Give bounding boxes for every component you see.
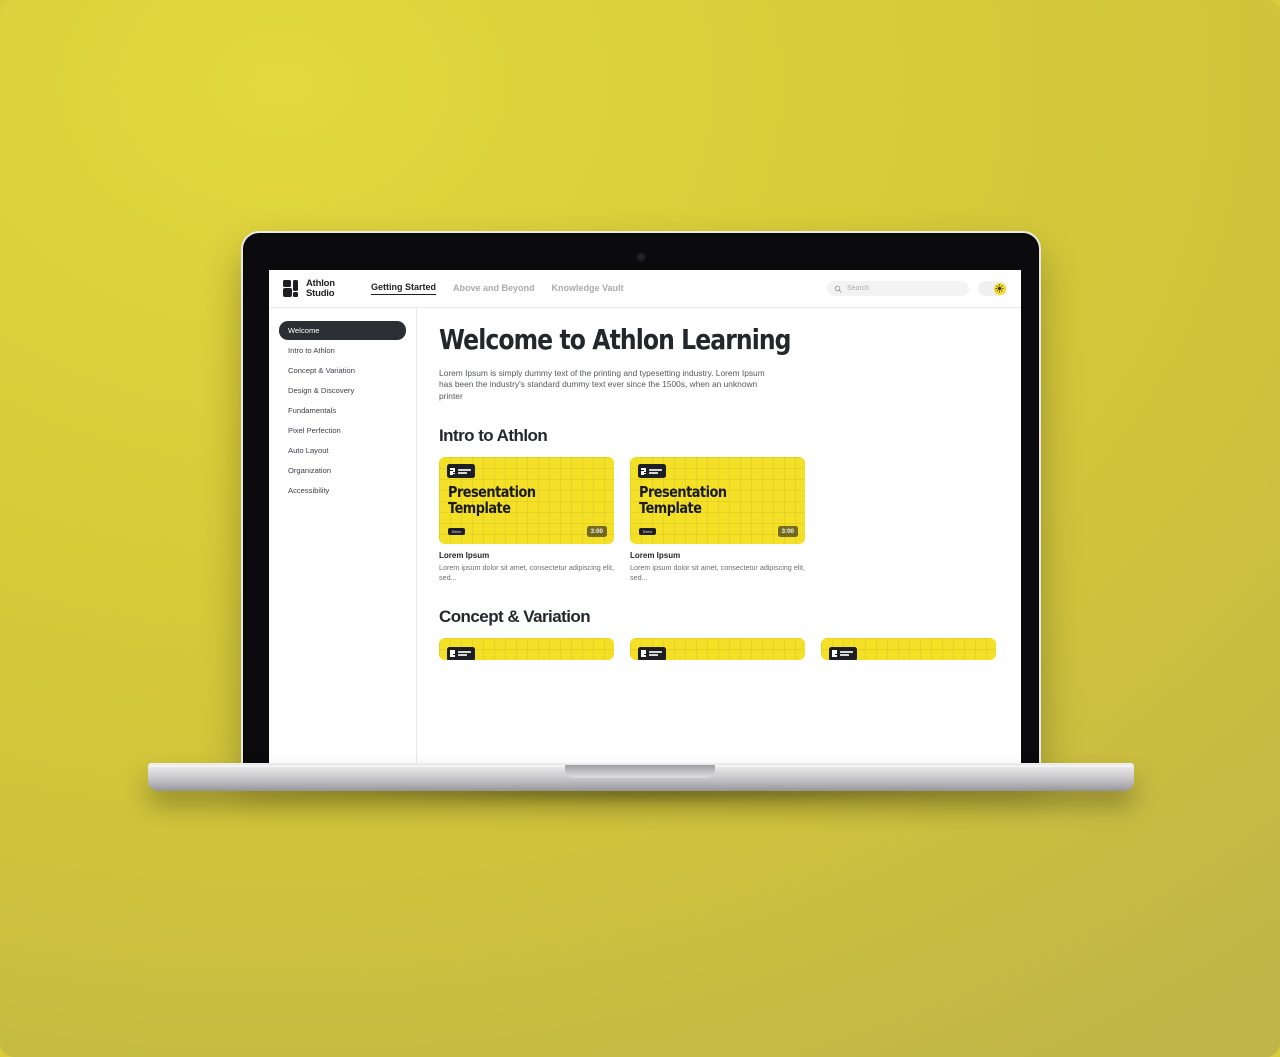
- badge-text-lines: [840, 651, 853, 656]
- sun-icon: [995, 284, 1004, 293]
- card-title: Lorem Ipsum: [439, 551, 490, 561]
- card-item[interactable]: Presentation Template Demo 3:00 Lorem Ip…: [630, 457, 805, 582]
- thumbnail-brand-badge: [638, 464, 666, 479]
- athlon-logo-icon: [832, 650, 838, 657]
- laptop-screen: Athlon Studio Getting Started Above and …: [269, 270, 1021, 767]
- card-thumbnail[interactable]: [439, 637, 614, 660]
- theme-toggle[interactable]: [978, 281, 1007, 296]
- badge-text-lines: [649, 469, 662, 474]
- webcam-icon: [638, 254, 644, 260]
- theme-toggle-knob: [993, 282, 1006, 295]
- athlon-logo-icon: [641, 650, 647, 657]
- laptop-base-notch: [565, 765, 715, 778]
- thumbnail-brand-badge: [447, 464, 475, 479]
- brand-name: Athlon Studio: [306, 278, 335, 299]
- search-input[interactable]: [847, 285, 962, 292]
- duration-badge: 3:00: [586, 526, 607, 538]
- laptop-shadow: [168, 788, 1114, 808]
- card-grid-concept: [439, 637, 1001, 660]
- search-box[interactable]: [827, 281, 969, 296]
- sidebar-item-design-discovery[interactable]: Design & Discovery: [279, 381, 406, 400]
- thumbnail-tag: Demo: [448, 528, 465, 536]
- app-body: Welcome Intro to Athlon Concept & Variat…: [269, 308, 1021, 767]
- thumbnail-title: Presentation Template: [448, 483, 536, 517]
- thumbnail-title: Presentation Template: [639, 483, 727, 517]
- thumbnail-brand-badge: [638, 646, 666, 660]
- sidebar-item-organization[interactable]: Organization: [279, 461, 406, 480]
- laptop-mockup: Athlon Studio Getting Started Above and …: [0, 0, 1280, 1057]
- top-bar-actions: [827, 281, 1007, 296]
- nav-item-knowledge-vault[interactable]: Knowledge Vault: [552, 283, 624, 295]
- card-thumbnail[interactable]: [821, 637, 996, 660]
- badge-text-lines: [458, 651, 471, 656]
- badge-text-lines: [458, 469, 471, 474]
- card-thumbnail[interactable]: Presentation Template Demo 3:00: [439, 457, 614, 545]
- page-title: Welcome to Athlon Learning: [439, 323, 792, 356]
- sidebar-item-accessibility[interactable]: Accessibility: [279, 481, 406, 500]
- sidebar-item-intro-to-athlon[interactable]: Intro to Athlon: [279, 341, 406, 360]
- thumbnail-tag: Demo: [639, 528, 656, 536]
- athlon-logo-icon: [450, 650, 456, 657]
- card-grid-intro: Presentation Template Demo 3:00 Lorem Ip…: [439, 457, 1001, 582]
- sidebar-item-welcome[interactable]: Welcome: [279, 321, 406, 340]
- card-description: Lorem ipsum dolor sit amet, consectetur …: [439, 563, 614, 582]
- duration-badge: 3:00: [777, 526, 798, 538]
- thumbnail-tag-label: Demo: [642, 529, 653, 534]
- thumbnail-brand-badge: [447, 646, 475, 660]
- athlon-logo-icon: [641, 467, 647, 475]
- nav-item-getting-started[interactable]: Getting Started: [371, 282, 437, 295]
- page-lede: Lorem Ipsum is simply dummy text of the …: [439, 367, 765, 401]
- card-thumbnail[interactable]: Presentation Template Demo 3:00: [630, 457, 805, 545]
- sidebar-item-fundamentals[interactable]: Fundamentals: [279, 401, 406, 420]
- sidebar-item-pixel-perfection[interactable]: Pixel Perfection: [279, 421, 406, 440]
- athlon-logo-icon: [450, 467, 456, 475]
- card-item[interactable]: Presentation Template Demo 3:00 Lorem Ip…: [439, 457, 614, 582]
- card-item[interactable]: [630, 637, 805, 660]
- main-content: Welcome to Athlon Learning Lorem Ipsum i…: [417, 308, 1021, 767]
- sidebar: Welcome Intro to Athlon Concept & Variat…: [269, 308, 417, 767]
- top-bar: Athlon Studio Getting Started Above and …: [269, 270, 1021, 308]
- search-icon: [834, 285, 842, 293]
- section-heading-intro-to-athlon: Intro to Athlon: [439, 426, 548, 446]
- app-window: Athlon Studio Getting Started Above and …: [269, 270, 1021, 767]
- card-title: Lorem Ipsum: [630, 551, 681, 561]
- main-navigation: Getting Started Above and Beyond Knowled…: [371, 282, 624, 295]
- sidebar-item-auto-layout[interactable]: Auto Layout: [279, 441, 406, 460]
- laptop-bezel: Athlon Studio Getting Started Above and …: [245, 235, 1037, 767]
- thumbnail-tag-label: Demo: [451, 529, 462, 534]
- card-item[interactable]: [821, 637, 996, 660]
- section-heading-concept-variation: Concept & Variation: [439, 606, 591, 626]
- laptop-lid: Athlon Studio Getting Started Above and …: [241, 231, 1041, 767]
- card-item[interactable]: [439, 637, 614, 660]
- brand-name-line2: Studio: [306, 287, 335, 299]
- thumbnail-brand-badge: [829, 646, 857, 660]
- nav-item-above-and-beyond[interactable]: Above and Beyond: [453, 283, 535, 295]
- card-description: Lorem ipsum dolor sit amet, consectetur …: [630, 563, 805, 582]
- athlon-logo-icon: [283, 280, 300, 297]
- brand-logo[interactable]: Athlon Studio: [283, 278, 355, 299]
- badge-text-lines: [649, 651, 662, 656]
- card-thumbnail[interactable]: [630, 637, 805, 660]
- sidebar-item-concept-variation[interactable]: Concept & Variation: [279, 361, 406, 380]
